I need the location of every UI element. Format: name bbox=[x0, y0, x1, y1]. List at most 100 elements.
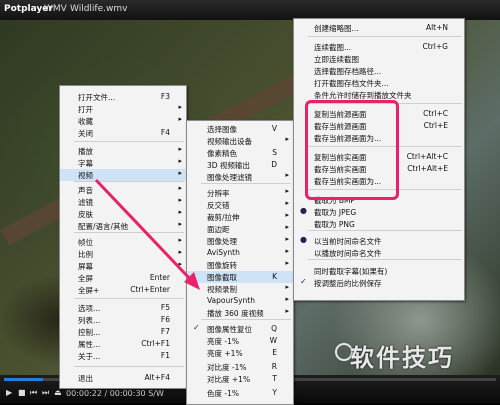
menu-item-label: 全屏 bbox=[78, 274, 93, 283]
menu3-item[interactable]: 同时截取字幕(如果有) bbox=[294, 265, 464, 277]
menu1-item[interactable]: 全屏+ Ctrl+Enter bbox=[60, 284, 186, 296]
menu3-item[interactable]: ● 截取为 JPEG bbox=[294, 206, 464, 218]
menu-item-shortcut: F7 bbox=[160, 327, 170, 336]
menu1-item[interactable]: 声音 ▸ bbox=[60, 184, 186, 196]
submenu-arrow-icon: ▸ bbox=[178, 260, 182, 268]
menu-item-label: 滤镜 bbox=[78, 198, 93, 207]
menu3-item[interactable]: 创建缩略图... Alt+N bbox=[294, 22, 464, 34]
menu1-item[interactable]: 字幕 ▸ bbox=[60, 157, 186, 169]
menu-item-shortcut: Q bbox=[271, 324, 277, 333]
menu1-item[interactable]: 关闭 F4 bbox=[60, 127, 186, 139]
menu2-item[interactable]: 亮度 -1% W bbox=[187, 335, 293, 347]
menu1-item[interactable]: 比例 ▸ bbox=[60, 248, 186, 260]
menu-item-label: 连续截图... bbox=[314, 43, 352, 52]
menu-item-shortcut: F5 bbox=[160, 303, 170, 312]
menu-item-label: 亮度 +1% bbox=[207, 349, 243, 358]
menu-item-label: 选择截图存档路径... bbox=[314, 67, 382, 76]
submenu-arrow-icon: ▸ bbox=[285, 235, 289, 243]
menu-item-label: 属性... bbox=[78, 340, 101, 349]
menu3-item[interactable]: 连续截图... Ctrl+G bbox=[294, 41, 464, 53]
menu1-item[interactable]: 打开 ▸ bbox=[60, 103, 186, 115]
menu1-item[interactable]: 视频 ▸ bbox=[60, 169, 186, 181]
menu3-item[interactable]: 立即连续截图 bbox=[294, 53, 464, 65]
menu2-item[interactable]: 分辨率 ▸ bbox=[187, 187, 293, 199]
submenu-arrow-icon: ▸ bbox=[178, 157, 182, 165]
menu3-item[interactable]: ✓ 按调整后的比例保存 bbox=[294, 277, 464, 289]
next-icon[interactable]: ⏭ bbox=[42, 388, 49, 398]
menu2-item[interactable]: 视频录制 ▸ bbox=[187, 283, 293, 295]
submenu-arrow-icon: ▸ bbox=[178, 103, 182, 111]
menu1-item[interactable]: 滤镜 ▸ bbox=[60, 196, 186, 208]
menu2-item[interactable]: 3D 视频输出 D bbox=[187, 159, 293, 171]
menu-item-label: 字幕 bbox=[78, 159, 93, 168]
menu2-item[interactable]: 图像处理 ▸ bbox=[187, 235, 293, 247]
menu1-item[interactable]: 打开文件... F3 bbox=[60, 91, 186, 103]
submenu-arrow-icon: ▸ bbox=[285, 307, 289, 315]
menu2-item[interactable]: 视频输出设备 ▸ bbox=[187, 135, 293, 147]
menu2-item[interactable]: 面边距 ▸ bbox=[187, 223, 293, 235]
menu1-item[interactable]: 关于... F1 bbox=[60, 350, 186, 362]
menu3-item[interactable]: 以播放时间命名文件 bbox=[294, 247, 464, 259]
menu-item-label: 以播放时间命名文件 bbox=[314, 249, 382, 258]
menu-item-shortcut: S bbox=[272, 148, 277, 157]
format-label: WMV bbox=[44, 4, 67, 14]
menu-item-shortcut: Ctrl+Enter bbox=[130, 285, 170, 294]
menu3-item[interactable]: ● 以当前时间命名文件 bbox=[294, 235, 464, 247]
menu1-item[interactable]: 帧位 ▸ bbox=[60, 236, 186, 248]
menu1-item[interactable]: 控制... F7 bbox=[60, 326, 186, 338]
menu2-item[interactable]: 像素精色 S bbox=[187, 147, 293, 159]
menu2-item[interactable]: 图像旋转 ▸ bbox=[187, 259, 293, 271]
menu2-item[interactable]: AviSynth ▸ bbox=[187, 247, 293, 259]
context-menu-main: 打开文件... F3 打开 ▸ 收藏 ▸ 关闭 F4 播放 ▸ 字幕 ▸ 视频 ▸ 声音 ▸ 滤镜 ▸ 皮肤 ▸ 配置/… bbox=[59, 85, 187, 389]
menu2-item[interactable]: 反交错 ▸ bbox=[187, 199, 293, 211]
menu1-item[interactable]: 皮肤 ▸ bbox=[60, 208, 186, 220]
menu-item-shortcut: F3 bbox=[160, 92, 170, 101]
menu-separator bbox=[201, 319, 291, 320]
menu2-item[interactable]: 播放 360 度视频 ▸ bbox=[187, 307, 293, 319]
render-mode[interactable]: S/W bbox=[148, 389, 164, 398]
menu1-item[interactable]: 选项... F5 bbox=[60, 302, 186, 314]
menu2-item[interactable]: 图像截取 K bbox=[187, 271, 293, 283]
menu1-item[interactable]: 列表... F6 bbox=[60, 314, 186, 326]
menu1-item[interactable]: 屏幕 ▸ bbox=[60, 260, 186, 272]
stop-icon[interactable]: ■ bbox=[18, 388, 26, 397]
menu-item-label: 视频 bbox=[78, 171, 93, 180]
menu2-item[interactable]: 对比度 +1% T bbox=[187, 373, 293, 385]
eject-icon[interactable]: ⏏ bbox=[54, 388, 62, 397]
menu-item-label: 视频录制 bbox=[207, 285, 237, 294]
submenu-arrow-icon: ▸ bbox=[178, 169, 182, 177]
menu1-item[interactable]: 播放 ▸ bbox=[60, 145, 186, 157]
menu2-item[interactable]: 色度 -1% Y bbox=[187, 387, 293, 399]
menu-item-label: 截取为 JPEG bbox=[314, 208, 357, 217]
menu3-item[interactable]: 截取为 PNG bbox=[294, 218, 464, 230]
play-icon[interactable]: ▶ bbox=[6, 388, 12, 397]
menu1-item[interactable]: 配置/语言/其他 ▸ bbox=[60, 220, 186, 232]
menu-item-shortcut: T bbox=[272, 374, 277, 383]
menu-item-shortcut: Ctrl+Alt+C bbox=[406, 152, 448, 161]
menu-item-shortcut: Ctrl+E bbox=[423, 121, 448, 130]
menu2-item[interactable]: 选择图像 V bbox=[187, 123, 293, 135]
menu3-item[interactable]: 选择截图存档路径... bbox=[294, 65, 464, 77]
menu2-item[interactable]: VapourSynth ▸ bbox=[187, 295, 293, 307]
menu-item-label: 控制... bbox=[78, 328, 101, 337]
menu-item-shortcut: V bbox=[271, 124, 277, 133]
menu2-item[interactable]: 对比度 -1% R bbox=[187, 361, 293, 373]
menu2-item[interactable]: 裁剪/拉伸 ▸ bbox=[187, 211, 293, 223]
prev-icon[interactable]: ⏮ bbox=[30, 388, 37, 398]
menu1-item[interactable]: 属性... Ctrl+F1 bbox=[60, 338, 186, 350]
menu-item-label: AviSynth bbox=[207, 248, 240, 257]
menu-item-label: 创建缩略图... bbox=[314, 24, 359, 33]
menu3-item[interactable]: 打开截图存档文件夹... bbox=[294, 77, 464, 89]
menu2-item[interactable]: 图像处理滤镜 ▸ bbox=[187, 171, 293, 183]
menu1-item[interactable]: 收藏 ▸ bbox=[60, 115, 186, 127]
menu2-item[interactable]: 亮度 +1% E bbox=[187, 347, 293, 359]
menu-separator bbox=[201, 183, 291, 184]
menu-item-label: 配置/语言/其他 bbox=[78, 222, 129, 231]
menu-item-label: 图像处理滤镜 bbox=[207, 173, 252, 182]
time-display: 00:00:22 / 00:00:30 S/W bbox=[66, 389, 164, 398]
menu2-item[interactable]: ✓ 图像属性复位 Q bbox=[187, 323, 293, 335]
submenu-arrow-icon: ▸ bbox=[285, 171, 289, 179]
menu1-item[interactable]: 全屏 Enter bbox=[60, 272, 186, 284]
menu-item-label: 选择图像 bbox=[207, 125, 237, 134]
menu1-item[interactable]: 退出 Alt+F4 bbox=[60, 372, 186, 384]
